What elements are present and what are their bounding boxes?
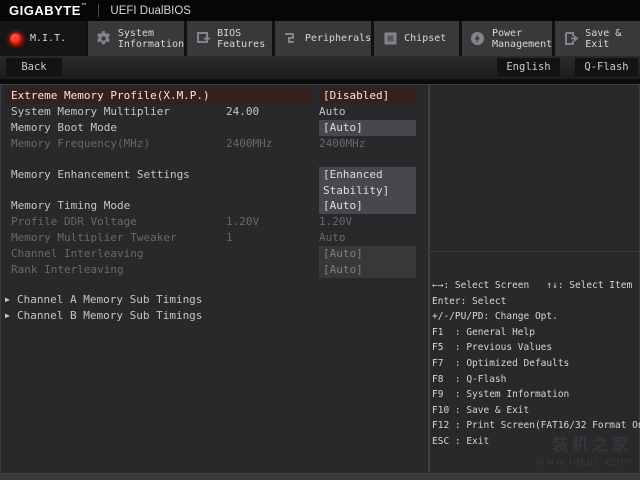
setting-row-memory-timing-mode[interactable]: Memory Timing Mode [Auto] xyxy=(1,198,428,214)
tab-system-information[interactable]: System Information xyxy=(87,21,184,56)
setting-row-memory-boot-mode[interactable]: Memory Boot Mode [Auto] xyxy=(1,120,428,136)
save-exit-icon xyxy=(563,31,579,47)
tab-bios-features[interactable]: BIOS Features xyxy=(187,21,272,56)
setting-row-xmp[interactable]: Extreme Memory Profile(X.M.P.) [Disabled… xyxy=(1,88,428,104)
help-line: ←→: Select Screen ↑↓: Select Item xyxy=(432,280,633,291)
panel-divider xyxy=(428,85,430,473)
help-line: ESC : Exit xyxy=(432,435,490,447)
bios-screen: GIGABYTE™ UEFI DualBIOS M.I.T. System In… xyxy=(0,0,640,480)
chipset-icon xyxy=(382,31,398,47)
tab-mit[interactable]: M.I.T. xyxy=(0,21,85,56)
submenu-channel-a-sub-timings[interactable]: ▶ Channel A Memory Sub Timings xyxy=(1,292,428,308)
setting-row-channel-interleaving: Channel Interleaving [Auto] xyxy=(1,246,428,262)
help-line: F10 : Save & Exit xyxy=(432,404,530,416)
setting-row-memory-multiplier-tweaker: Memory Multiplier Tweaker 1 Auto xyxy=(11,231,346,244)
qflash-button[interactable]: Q-Flash xyxy=(575,58,638,76)
peripherals-plug-icon xyxy=(283,31,299,47)
gigabyte-logo: GIGABYTE™ xyxy=(9,3,88,18)
help-line: F8 : Q-Flash xyxy=(432,373,507,385)
gear-icon xyxy=(96,31,112,47)
top-brand-bar: GIGABYTE™ UEFI DualBIOS xyxy=(0,0,640,21)
setting-row-memory-frequency: Memory Frequency(MHz) 2400MHz 2400MHz xyxy=(11,137,366,150)
tab-bar: M.I.T. System Information BIOS Features … xyxy=(0,21,640,56)
bios-title: UEFI DualBIOS xyxy=(110,4,191,17)
help-line: F1 : General Help xyxy=(432,326,535,338)
setting-row-system-memory-multiplier[interactable]: System Memory Multiplier 24.00 Auto xyxy=(1,104,428,120)
setting-row-memory-enhancement[interactable]: Memory Enhancement Settings [Enhanced St… xyxy=(1,167,428,198)
power-bolt-icon xyxy=(470,31,486,47)
help-line: F9 : System Information xyxy=(432,389,570,401)
sub-toolbar: Back English Q-Flash xyxy=(0,56,640,79)
setting-row-profile-ddr-voltage: Profile DDR Voltage 1.20V 1.20V xyxy=(11,215,353,228)
bios-chip-plus-icon xyxy=(195,31,211,47)
help-line: +/-/PU/PD: Change Opt. xyxy=(432,311,558,323)
bottom-strip xyxy=(0,474,640,480)
help-line: Enter: Select xyxy=(432,295,507,307)
key-help-panel: ←→: Select Screen ↑↓: Select Item Enter:… xyxy=(432,278,640,450)
setting-row-rank-interleaving: Rank Interleaving [Auto] xyxy=(1,262,428,278)
language-button[interactable]: English xyxy=(497,58,560,76)
back-button[interactable]: Back xyxy=(6,58,62,76)
tab-save-exit[interactable]: Save & Exit xyxy=(555,21,640,56)
brand-divider xyxy=(98,4,100,17)
submenu-channel-b-sub-timings[interactable]: ▶ Channel B Memory Sub Timings xyxy=(1,308,428,324)
mit-red-led-icon xyxy=(8,31,24,47)
trademark-symbol: ™ xyxy=(80,3,88,9)
help-divider xyxy=(430,251,639,252)
tab-chipset[interactable]: Chipset xyxy=(374,21,459,56)
help-line: F12 : Print Screen(FAT16/32 Format Only) xyxy=(432,420,640,432)
tab-power-management[interactable]: Power Management xyxy=(461,21,552,56)
submenu-arrow-icon: ▶ xyxy=(5,295,10,304)
main-panel: Extreme Memory Profile(X.M.P.) [Disabled… xyxy=(0,84,640,474)
tab-peripherals[interactable]: Peripherals xyxy=(274,21,372,56)
help-line: F7 : Optimized Defaults xyxy=(432,357,570,369)
submenu-arrow-icon: ▶ xyxy=(5,311,10,320)
help-line: F5 : Previous Values xyxy=(432,342,553,354)
